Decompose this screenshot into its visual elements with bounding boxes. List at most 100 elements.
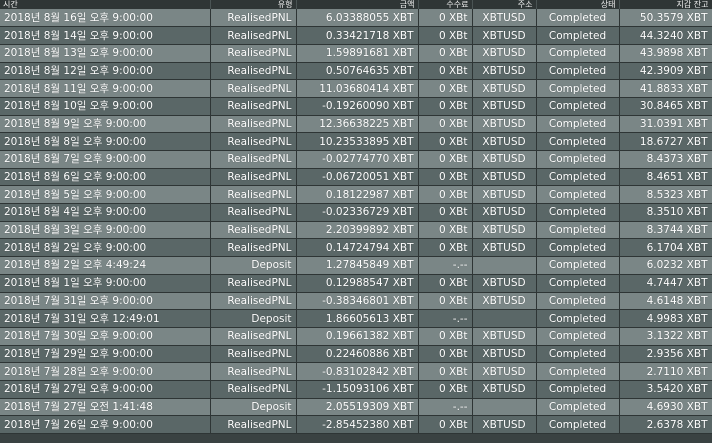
row-address: XBTUSD bbox=[472, 44, 537, 63]
header-row: 시간 유형 금액 수수료 주소 상태 지갑 잔고 bbox=[0, 0, 712, 9]
row-type: RealisedPNL bbox=[210, 97, 297, 116]
row-status: Completed bbox=[536, 26, 620, 45]
row-amount: 10.23533895 XBT bbox=[296, 132, 419, 151]
table-row[interactable]: 2018년 7월 31일 오후 9:00:00 RealisedPNL -0.383… bbox=[0, 292, 712, 311]
row-balance: 43.9898 XBT bbox=[619, 44, 712, 63]
row-address: XBTUSD bbox=[472, 185, 537, 205]
table-row[interactable]: 2018년 8월 11일 오후 9:00:00 RealisedPNL 11.036… bbox=[0, 79, 712, 98]
row-amount: 0.50764635 XBT bbox=[296, 62, 419, 81]
row-type: RealisedPNL bbox=[210, 221, 297, 240]
row-time: 2018년 7월 31일 오후 12:49:01 bbox=[0, 309, 211, 328]
table-row[interactable]: 2018년 8월 7일 오후 9:00:00 RealisedPNL -0.0277… bbox=[0, 150, 712, 169]
row-fee: 0 XBt bbox=[418, 380, 473, 399]
row-fee: 0 XBt bbox=[418, 168, 473, 187]
row-type: RealisedPNL bbox=[210, 9, 297, 28]
row-balance: 44.3240 XBT bbox=[619, 26, 712, 45]
row-address: XBTUSD bbox=[472, 79, 537, 98]
table-row[interactable]: 2018년 8월 4일 오후 9:00:00 RealisedPNL -0.0233… bbox=[0, 203, 712, 222]
wallet-history-table: 시간 유형 금액 수수료 주소 상태 지갑 잔고 2018년 8월 16일 오후… bbox=[0, 0, 712, 434]
row-address: XBTUSD bbox=[472, 238, 537, 258]
row-time: 2018년 8월 12일 오후 9:00:00 bbox=[0, 62, 211, 81]
row-status: Completed bbox=[536, 97, 620, 116]
table-row[interactable]: 2018년 7월 26일 오후 9:00:00 RealisedPNL -2.854… bbox=[0, 415, 712, 434]
row-fee: 0 XBt bbox=[418, 362, 473, 381]
table-row[interactable]: 2018년 8월 9일 오후 9:00:00 RealisedPNL 12.3663… bbox=[0, 115, 712, 134]
row-balance: 30.8465 XBT bbox=[619, 97, 712, 116]
table-row[interactable]: 2018년 7월 27일 오후 9:00:00 RealisedPNL -1.150… bbox=[0, 380, 712, 399]
table-row[interactable]: 2018년 7월 29일 오후 9:00:00 RealisedPNL 0.2246… bbox=[0, 345, 712, 364]
row-address bbox=[472, 256, 537, 275]
table-row[interactable]: 2018년 7월 28일 오후 9:00:00 RealisedPNL -0.831… bbox=[0, 362, 712, 381]
row-balance: 3.1322 XBT bbox=[619, 327, 712, 346]
table-row[interactable]: 2018년 7월 31일 오후 12:49:01 Deposit 1.8660561… bbox=[0, 309, 712, 328]
row-type: RealisedPNL bbox=[210, 292, 297, 311]
row-type: RealisedPNL bbox=[210, 362, 297, 381]
row-status: Completed bbox=[536, 274, 620, 293]
row-balance: 18.6727 XBT bbox=[619, 132, 712, 151]
row-time: 2018년 7월 27일 오전 1:41:48 bbox=[0, 398, 211, 417]
row-type: RealisedPNL bbox=[210, 380, 297, 399]
row-fee: 0 XBt bbox=[418, 26, 473, 45]
row-amount: 1.27845849 XBT bbox=[296, 256, 419, 275]
row-amount: -0.06720051 XBT bbox=[296, 168, 419, 187]
table-row[interactable]: 2018년 8월 13일 오후 9:00:00 RealisedPNL 1.5989… bbox=[0, 44, 712, 63]
row-amount: -0.38346801 XBT bbox=[296, 292, 419, 311]
row-address: XBTUSD bbox=[472, 415, 537, 434]
table-row[interactable]: 2018년 8월 2일 오후 4:49:24 Deposit 1.27845849 … bbox=[0, 256, 712, 275]
row-amount: -1.15093106 XBT bbox=[296, 380, 419, 399]
row-type: RealisedPNL bbox=[210, 132, 297, 151]
table-row[interactable]: 2018년 7월 30일 오후 9:00:00 RealisedPNL 0.1966… bbox=[0, 327, 712, 346]
table-row[interactable]: 2018년 8월 5일 오후 9:00:00 RealisedPNL 0.18122… bbox=[0, 185, 712, 205]
row-status: Completed bbox=[536, 345, 620, 364]
table-row[interactable]: 2018년 8월 16일 오후 9:00:00 RealisedPNL 6.0338… bbox=[0, 9, 712, 28]
header-amount[interactable]: 금액 bbox=[296, 0, 419, 9]
row-fee: 0 XBt bbox=[418, 345, 473, 364]
row-time: 2018년 7월 31일 오후 9:00:00 bbox=[0, 292, 211, 311]
row-time: 2018년 8월 3일 오후 9:00:00 bbox=[0, 221, 211, 240]
row-type: RealisedPNL bbox=[210, 327, 297, 346]
row-balance: 8.4373 XBT bbox=[619, 150, 712, 169]
row-address: XBTUSD bbox=[472, 274, 537, 293]
row-type: RealisedPNL bbox=[210, 26, 297, 45]
row-fee: -.-- bbox=[418, 256, 473, 275]
table-header: 시간 유형 금액 수수료 주소 상태 지갑 잔고 bbox=[0, 0, 712, 9]
table-row[interactable]: 2018년 8월 2일 오후 9:00:00 RealisedPNL 0.14724… bbox=[0, 238, 712, 258]
table-row[interactable]: 2018년 8월 3일 오후 9:00:00 RealisedPNL 2.20399… bbox=[0, 221, 712, 240]
table-row[interactable]: 2018년 8월 10일 오후 9:00:00 RealisedPNL -0.192… bbox=[0, 97, 712, 116]
row-time: 2018년 8월 6일 오후 9:00:00 bbox=[0, 168, 211, 187]
row-status: Completed bbox=[536, 132, 620, 151]
row-balance: 2.9356 XBT bbox=[619, 345, 712, 364]
header-status[interactable]: 상태 bbox=[536, 0, 620, 9]
row-address: XBTUSD bbox=[472, 168, 537, 187]
row-fee: 0 XBt bbox=[418, 292, 473, 311]
row-balance: 4.7447 XBT bbox=[619, 274, 712, 293]
row-amount: 11.03680414 XBT bbox=[296, 79, 419, 98]
row-amount: 0.14724794 XBT bbox=[296, 238, 419, 258]
row-time: 2018년 8월 11일 오후 9:00:00 bbox=[0, 79, 211, 98]
table-row[interactable]: 2018년 8월 1일 오후 9:00:00 RealisedPNL 0.12988… bbox=[0, 274, 712, 293]
row-fee: -.-- bbox=[418, 309, 473, 328]
row-status: Completed bbox=[536, 380, 620, 399]
row-fee: 0 XBt bbox=[418, 79, 473, 98]
table-row[interactable]: 2018년 8월 12일 오후 9:00:00 RealisedPNL 0.5076… bbox=[0, 62, 712, 81]
table-row[interactable]: 2018년 8월 8일 오후 9:00:00 RealisedPNL 10.2353… bbox=[0, 132, 712, 151]
table-row[interactable]: 2018년 7월 27일 오전 1:41:48 Deposit 2.05519309… bbox=[0, 398, 712, 417]
row-fee: 0 XBt bbox=[418, 62, 473, 81]
row-fee: 0 XBt bbox=[418, 221, 473, 240]
row-time: 2018년 7월 29일 오후 9:00:00 bbox=[0, 345, 211, 364]
row-balance: 6.1704 XBT bbox=[619, 238, 712, 258]
row-address: XBTUSD bbox=[472, 132, 537, 151]
row-balance: 41.8833 XBT bbox=[619, 79, 712, 98]
header-fee[interactable]: 수수료 bbox=[418, 0, 473, 9]
header-balance[interactable]: 지갑 잔고 bbox=[619, 0, 712, 9]
row-status: Completed bbox=[536, 185, 620, 205]
table-row[interactable]: 2018년 8월 6일 오후 9:00:00 RealisedPNL -0.0672… bbox=[0, 168, 712, 187]
row-fee: 0 XBt bbox=[418, 44, 473, 63]
row-type: Deposit bbox=[210, 309, 297, 328]
header-address[interactable]: 주소 bbox=[472, 0, 537, 9]
table-row[interactable]: 2018년 8월 14일 오후 9:00:00 RealisedPNL 0.3342… bbox=[0, 26, 712, 45]
row-fee: 0 XBt bbox=[418, 274, 473, 293]
header-time[interactable]: 시간 bbox=[0, 0, 211, 9]
row-balance: 4.9983 XBT bbox=[619, 309, 712, 328]
header-type[interactable]: 유형 bbox=[210, 0, 297, 9]
